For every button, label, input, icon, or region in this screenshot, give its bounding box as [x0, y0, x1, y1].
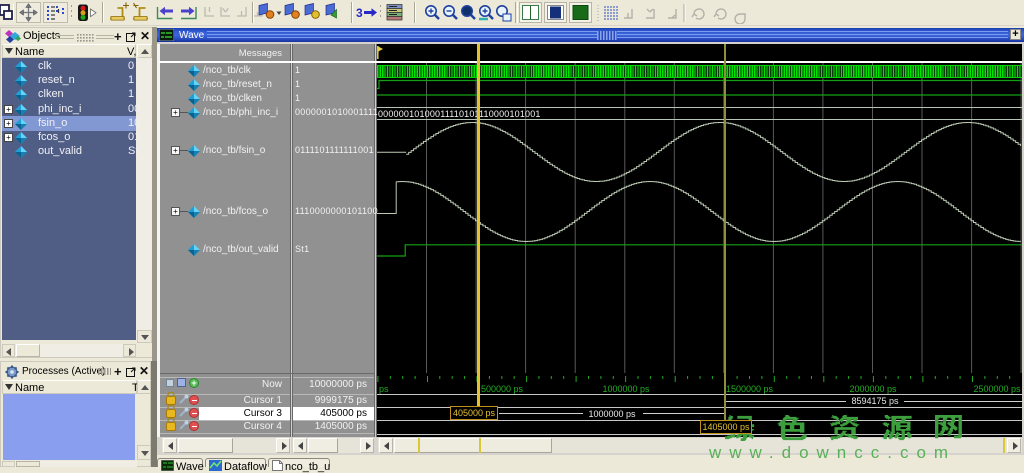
- svg-text:3: 3: [356, 6, 363, 20]
